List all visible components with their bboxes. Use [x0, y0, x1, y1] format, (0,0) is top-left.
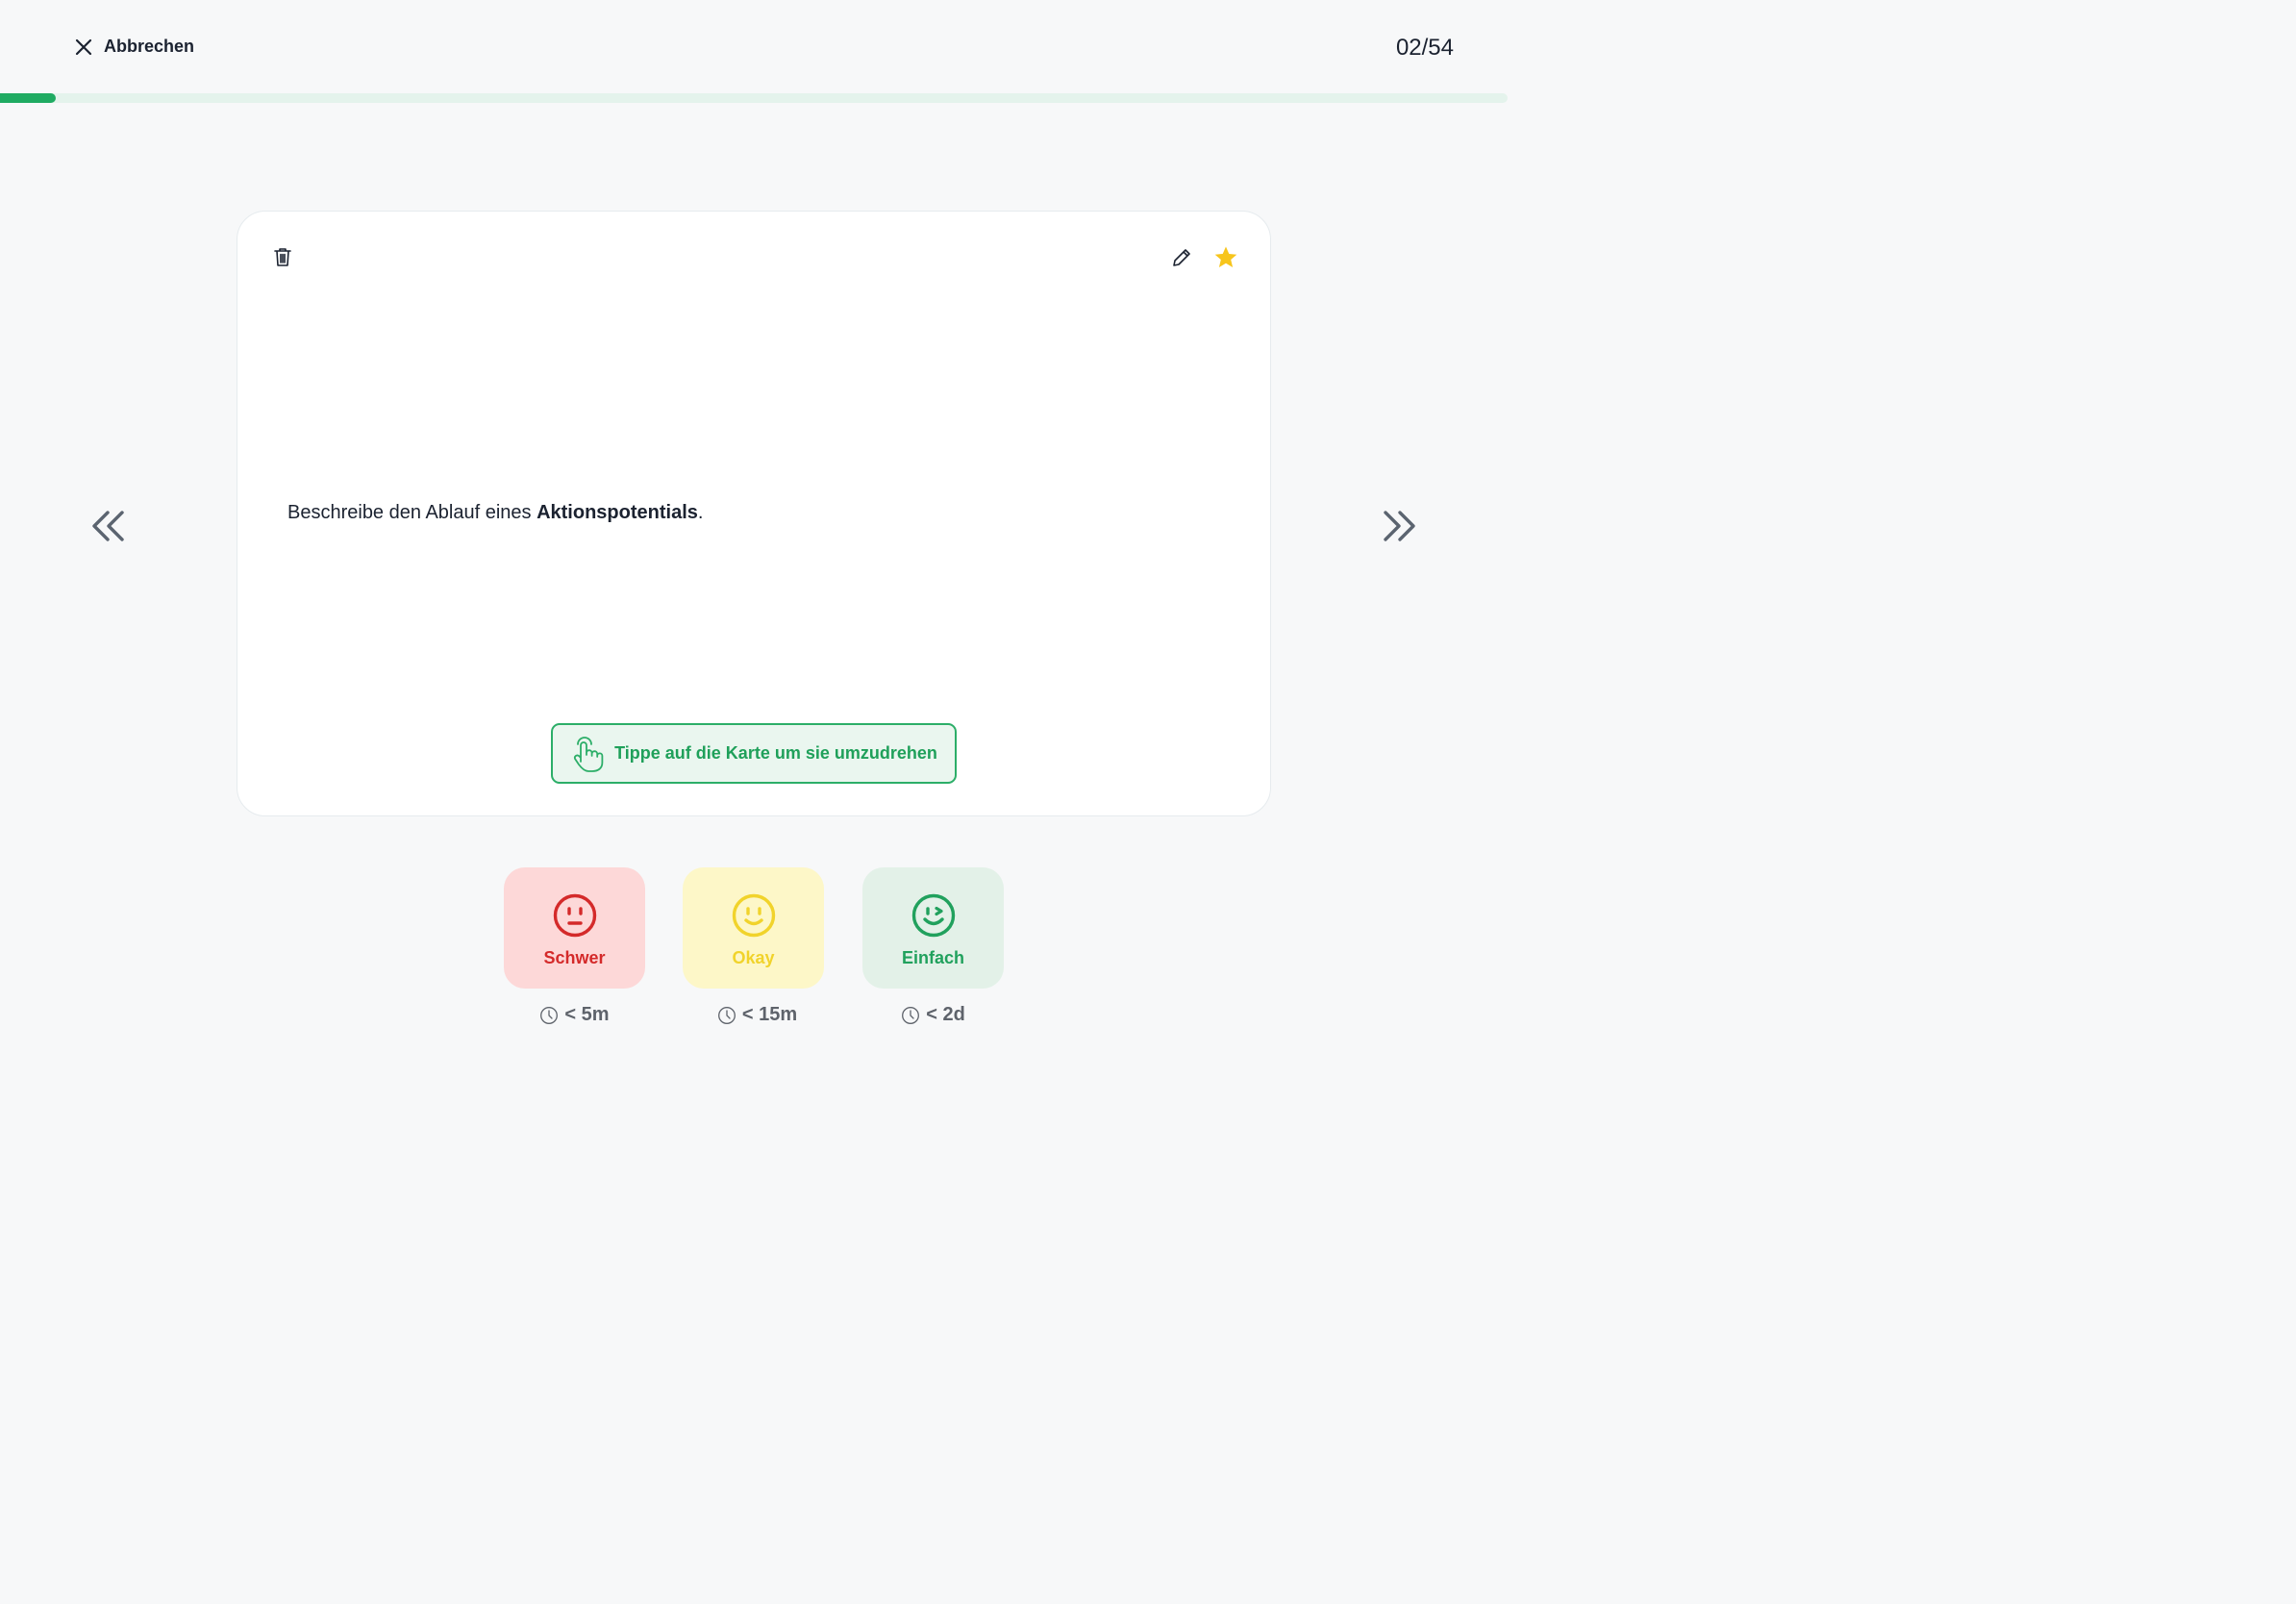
- tap-hand-icon: [574, 736, 604, 772]
- clock-icon: [902, 1006, 920, 1024]
- smile-face-icon: [732, 893, 775, 938]
- edit-card-button[interactable]: [1170, 246, 1193, 269]
- interval-easy-text: < 2d: [926, 1004, 965, 1025]
- next-card-button[interactable]: [1381, 508, 1419, 544]
- cancel-label: Abbrechen: [104, 37, 195, 56]
- rate-easy-button[interactable]: Einfach: [862, 867, 1004, 989]
- trash-icon: [274, 248, 291, 266]
- rate-hard-label: Schwer: [543, 948, 606, 967]
- card-question: Beschreibe den Ablauf eines Aktionspoten…: [287, 502, 703, 524]
- question-keyword: Aktionspotentials: [537, 502, 698, 523]
- double-chevron-left-icon: [92, 511, 124, 541]
- clock-icon: [540, 1006, 559, 1024]
- close-icon: [75, 38, 92, 55]
- interval-okay-text: < 15m: [741, 1004, 798, 1025]
- rate-easy-label: Einfach: [901, 948, 964, 967]
- interval-okay: < 15m: [686, 1004, 828, 1026]
- interval-hard-text: < 5m: [564, 1004, 610, 1025]
- rate-hard-button[interactable]: Schwer: [504, 867, 645, 989]
- card-counter: 02/54: [1395, 35, 1454, 61]
- cancel-button[interactable]: Abbrechen: [75, 37, 194, 57]
- progress-fill: [0, 93, 57, 103]
- flip-hint-label: Tippe auf die Karte um sie umzudrehen: [614, 743, 937, 763]
- favorite-button[interactable]: [1212, 244, 1239, 271]
- pencil-icon: [1173, 249, 1190, 266]
- flashcard-study-screen: Abbrechen 02/54 Beschreibe den Ablauf ei…: [0, 0, 1508, 1053]
- interval-hard: < 5m: [504, 1004, 645, 1026]
- clock-icon: [717, 1006, 736, 1024]
- double-chevron-right-icon: [1384, 511, 1415, 541]
- rate-okay-label: Okay: [732, 948, 775, 967]
- progress-bar: [0, 93, 1508, 103]
- rate-okay-button[interactable]: Okay: [683, 867, 824, 989]
- question-text: Beschreibe den Ablauf eines: [287, 502, 537, 523]
- delete-card-button[interactable]: [272, 246, 293, 267]
- flashcard[interactable]: Beschreibe den Ablauf eines Aktionspoten…: [237, 211, 1271, 816]
- wink-face-icon: [911, 893, 955, 938]
- neutral-face-icon: [553, 893, 596, 938]
- interval-easy: < 2d: [862, 1004, 1004, 1026]
- star-icon: [1214, 246, 1237, 267]
- previous-card-button[interactable]: [88, 508, 127, 544]
- question-end: .: [697, 502, 704, 523]
- flip-card-hint[interactable]: Tippe auf die Karte um sie umzudrehen: [551, 723, 957, 784]
